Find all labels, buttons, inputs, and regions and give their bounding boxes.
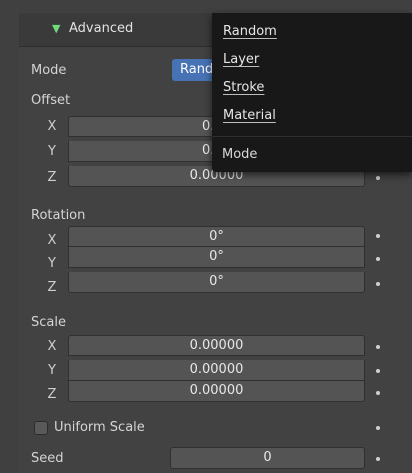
- scale-x-keyframe-dot[interactable]: [376, 345, 380, 349]
- uniform-scale-keyframe-dot[interactable]: [376, 426, 380, 430]
- offset-z-label: Z: [47, 170, 57, 185]
- seed-keyframe-dot[interactable]: [376, 457, 380, 461]
- scale-z-keyframe-dot[interactable]: [376, 391, 380, 395]
- scale-section-label: Scale: [31, 315, 66, 330]
- menu-item-stroke[interactable]: Stroke: [223, 80, 264, 95]
- rotation-x-field[interactable]: 0°: [68, 226, 365, 247]
- offset-x-label: X: [47, 119, 57, 134]
- uniform-scale-label: Uniform Scale: [54, 420, 145, 435]
- rotation-y-label: Y: [48, 256, 56, 271]
- expand-triangle-icon[interactable]: ▼: [52, 22, 60, 35]
- rotation-x-keyframe-dot[interactable]: [376, 234, 380, 238]
- scale-y-label: Y: [48, 363, 56, 378]
- mode-label: Mode: [31, 63, 67, 78]
- scale-z-label: Z: [47, 387, 57, 402]
- offset-section-label: Offset: [31, 93, 71, 108]
- rotation-y-field[interactable]: 0°: [68, 247, 365, 268]
- seed-field[interactable]: 0: [170, 447, 365, 469]
- rotation-x-label: X: [47, 233, 57, 248]
- rotation-z-keyframe-dot[interactable]: [376, 282, 380, 286]
- menu-separator: [212, 136, 412, 137]
- seed-label: Seed: [31, 451, 64, 466]
- menu-title: Mode: [222, 147, 258, 162]
- scale-x-field[interactable]: 0.00000: [68, 335, 365, 356]
- menu-item-material[interactable]: Material: [223, 108, 276, 123]
- scale-y-field[interactable]: 0.00000: [68, 360, 365, 381]
- menu-item-random[interactable]: Random: [223, 24, 277, 39]
- offset-y-label: Y: [48, 144, 56, 159]
- rotation-z-label: Z: [47, 280, 57, 295]
- menu-item-layer[interactable]: Layer: [223, 52, 259, 67]
- panel-title: Advanced: [69, 21, 134, 36]
- offset-z-keyframe-dot[interactable]: [376, 176, 380, 180]
- rotation-section-label: Rotation: [31, 208, 86, 223]
- scale-x-label: X: [47, 339, 57, 354]
- scale-z-field[interactable]: 0.00000: [68, 381, 365, 402]
- mode-dropdown-menu: Random Layer Stroke Material Mode: [212, 13, 412, 172]
- rotation-y-keyframe-dot[interactable]: [376, 257, 380, 261]
- rotation-z-field[interactable]: 0°: [68, 272, 365, 293]
- uniform-scale-checkbox[interactable]: [34, 421, 48, 435]
- scale-y-keyframe-dot[interactable]: [376, 369, 380, 373]
